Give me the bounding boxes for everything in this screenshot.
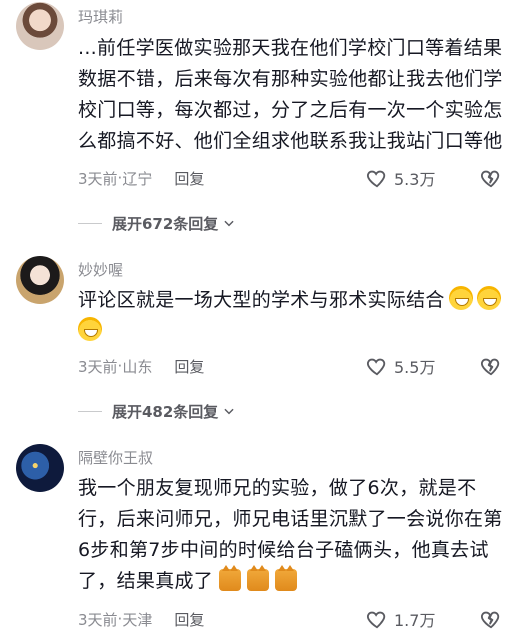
heart-icon <box>367 611 386 629</box>
comment-location: 辽宁 <box>122 169 153 188</box>
username[interactable]: 玛琪莉 <box>78 7 123 27</box>
username[interactable]: 妙妙喔 <box>78 260 123 280</box>
comment-actions: 1.7万 <box>366 606 516 632</box>
expand-replies-button[interactable]: 展开672条回复 <box>78 213 236 233</box>
comment-meta: 3天前 · 天津 回复 <box>78 608 204 630</box>
avatar[interactable] <box>16 256 64 304</box>
grin-emoji <box>448 286 473 310</box>
broken-heart-icon[interactable] <box>480 167 502 189</box>
broken-heart-icon[interactable] <box>480 355 502 377</box>
divider-line <box>78 222 102 224</box>
comment-time: 3天前 <box>78 357 118 376</box>
cat-emoji <box>275 565 298 591</box>
like-count: 5.5万 <box>394 358 436 377</box>
comment-text: 我一个朋友复现师兄的实验，做了6次，就是不行，后来问师兄，师兄电话里沉默了一会说… <box>78 473 508 597</box>
avatar[interactable] <box>16 444 64 492</box>
comment-location: 天津 <box>122 610 153 629</box>
like-count: 5.3万 <box>394 170 436 189</box>
expand-replies-button[interactable]: 展开482条回复 <box>78 401 236 421</box>
comment-actions: 5.5万 <box>366 353 516 379</box>
heart-icon <box>367 358 386 376</box>
like-button[interactable]: 5.3万 <box>366 166 435 190</box>
reply-button[interactable]: 回复 <box>174 168 204 189</box>
cat-emoji <box>247 565 270 591</box>
expand-label: 展开482条回复 <box>112 402 219 421</box>
comment-location: 山东 <box>122 357 153 376</box>
cat-emoji <box>219 565 242 591</box>
reply-button[interactable]: 回复 <box>174 609 204 630</box>
comment-meta: 3天前 · 辽宁 回复 <box>78 167 204 189</box>
grin-emoji <box>78 317 102 341</box>
reply-button[interactable]: 回复 <box>174 356 204 377</box>
like-button[interactable]: 5.5万 <box>366 354 435 378</box>
username[interactable]: 隔壁你王叔 <box>78 448 153 468</box>
divider-line <box>78 410 102 412</box>
comment-time: 3天前 <box>78 610 118 629</box>
chevron-down-icon <box>224 408 234 415</box>
broken-heart-icon[interactable] <box>480 608 502 630</box>
avatar[interactable] <box>16 2 64 50</box>
like-button[interactable]: 1.7万 <box>366 607 435 631</box>
expand-label: 展开672条回复 <box>112 214 219 233</box>
comment-meta: 3天前 · 山东 回复 <box>78 355 204 377</box>
like-count: 1.7万 <box>394 611 436 630</box>
comment-actions: 5.3万 <box>366 165 516 191</box>
comment-text-body: 评论区就是一场大型的学术与邪术实际结合 <box>78 289 445 311</box>
comment-text: 评论区就是一场大型的学术与邪术实际结合 <box>78 285 508 347</box>
grin-emoji <box>476 286 501 310</box>
heart-icon <box>367 170 386 188</box>
comment-time: 3天前 <box>78 169 118 188</box>
chevron-down-icon <box>224 220 234 227</box>
comment-text: ...前任学医做实验那天我在他们学校门口等着结果数据不错，后来每次有那种实验他都… <box>78 37 503 152</box>
